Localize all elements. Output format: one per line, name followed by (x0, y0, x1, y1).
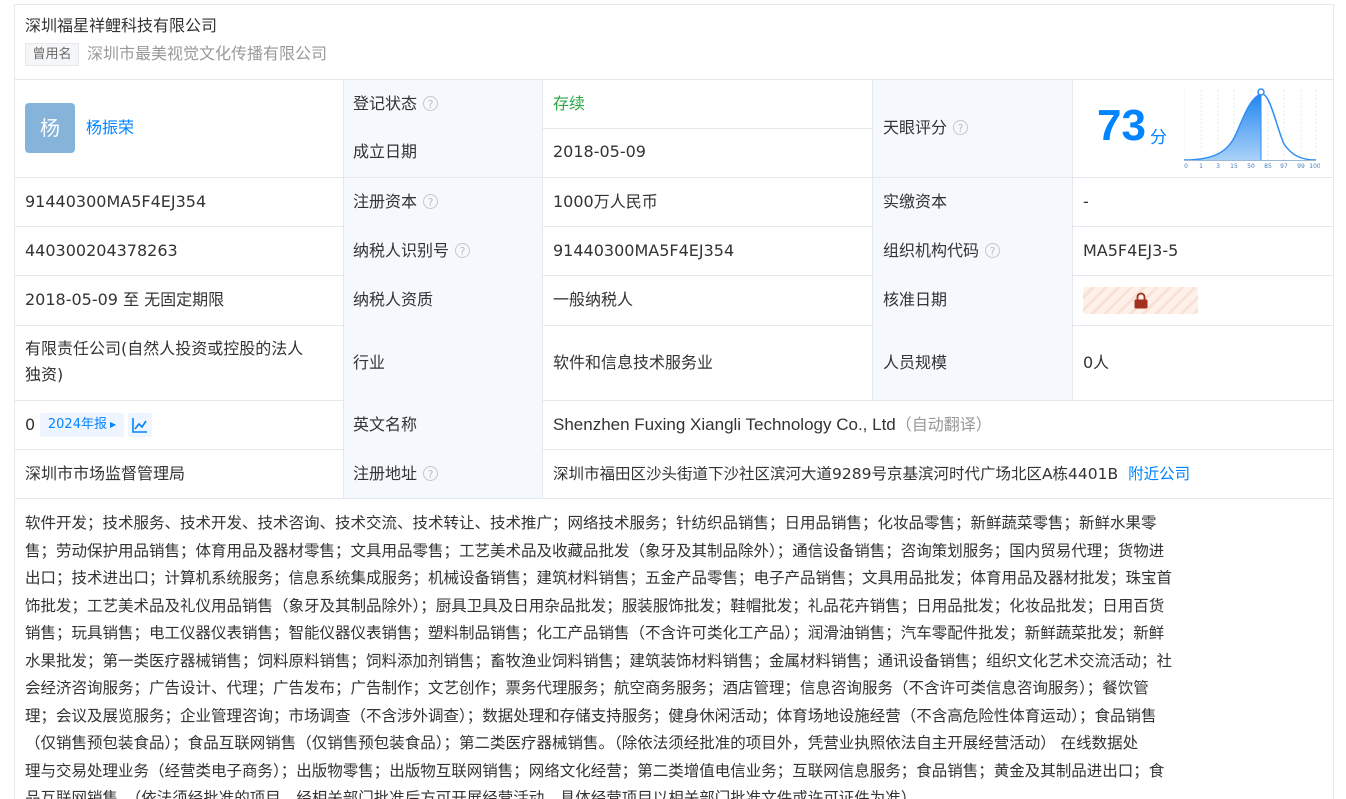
score-marker-dot (1257, 88, 1265, 96)
axis-tick: 3 (1216, 163, 1220, 170)
divider (343, 79, 344, 499)
divider (542, 79, 543, 499)
divider (14, 275, 1334, 276)
reg-status-value: 存续 (553, 94, 586, 113)
found-date-value: 2018-05-09 (553, 142, 646, 161)
former-name: 深圳市最美视觉文化传播有限公司 (87, 44, 328, 63)
insured-count: 0 (25, 415, 36, 434)
score-unit: 分 (1150, 128, 1167, 148)
paid-capital-label: 实缴资本 (883, 192, 948, 211)
axis-tick: 85 (1264, 163, 1272, 170)
business-scope-line: 会经济咨询服务；广告设计、代理；广告发布；广告制作；文艺创作；票务代理服务；航空… (25, 679, 1149, 697)
divider (872, 79, 873, 401)
org-code-label: 组织机构代码? (883, 240, 1001, 262)
score-value: 73 (1097, 101, 1146, 150)
taxpayer-id-label: 纳税人识别号? (353, 240, 471, 262)
divider (14, 400, 1334, 401)
business-scope-line: 销售；玩具销售；电工仪器仪表销售；智能仪器仪表销售；塑料制品销售；化工产品销售（… (25, 624, 1165, 642)
found-date-label: 成立日期 (353, 142, 418, 161)
reg-capital-label: 注册资本? (353, 191, 439, 213)
divider (14, 498, 1334, 499)
divider (14, 4, 15, 799)
business-scope-line: 水果批发；第一类医疗器械销售；饲料原料销售；饲料添加剂销售；畜牧渔业饲料销售；建… (25, 651, 1173, 670)
reg-number: 440300204378263 (25, 241, 178, 260)
reg-address-value: 深圳市福田区沙头街道下沙社区滨河大道9289号京基滨河时代广场北区A栋4401B… (553, 465, 1191, 483)
help-icon[interactable]: ? (953, 120, 969, 135)
org-code-value: MA5F4EJ3-5 (1083, 241, 1179, 260)
english-name-value: Shenzhen Fuxing Xiangli Technology Co., … (553, 415, 992, 434)
company-type-line2: 独资) (25, 365, 64, 384)
business-scope-line: 软件开发；技术服务、技术开发、技术咨询、技术交流、技术转让、技术推广；网络技术服… (25, 514, 1157, 532)
annual-report-button[interactable]: 2024年报 ▶ (40, 413, 124, 437)
staff-size-label: 人员规模 (883, 353, 948, 372)
business-scope-line: 品互联网销售。（依法须经批准的项目，经相关部门批准后方可开展经营活动，具体经营项… (25, 789, 917, 799)
industry-label: 行业 (353, 353, 386, 372)
reg-address-label: 注册地址? (353, 463, 439, 485)
business-scope-line: 售；劳动保护用品销售；体育用品及器材零售；文具用品零售；工艺美术品及收藏品批发（… (25, 541, 1165, 560)
paid-capital-value: - (1083, 192, 1089, 211)
credit-code: 91440300MA5F4EJ354 (25, 192, 207, 211)
staff-size-value: 0人 (1083, 353, 1110, 372)
axis-tick: 1 (1199, 163, 1203, 170)
axis-tick: 15 (1230, 163, 1238, 170)
company-type-line1: 有限责任公司(自然人投资或控股的法人 (25, 339, 304, 358)
divider (14, 177, 1334, 178)
help-icon[interactable]: ? (985, 243, 1001, 258)
help-icon[interactable]: ? (423, 194, 439, 209)
divider (14, 226, 1334, 227)
company-name: 深圳福星祥鲤科技有限公司 (25, 16, 218, 35)
help-icon[interactable]: ? (423, 96, 439, 111)
avatar: 杨 (25, 103, 75, 153)
axis-tick: 0 (1184, 163, 1188, 170)
trend-chart-icon (132, 418, 147, 433)
lock-icon (1134, 292, 1148, 309)
industry-value: 软件和信息技术服务业 (553, 353, 714, 372)
nearby-companies-link[interactable]: 附近公司 (1128, 465, 1190, 483)
taxpayer-qual-value: 一般纳税人 (553, 290, 634, 309)
axis-tick: 99 (1297, 163, 1305, 170)
business-scope-line: 理；会议及展览服务；企业管理咨询；市场调查（不含涉外调查）；数据处理和存储支持服… (25, 706, 1157, 725)
reg-status-label: 登记状态? (353, 93, 439, 115)
divider (14, 79, 1334, 80)
business-scope-line: 理与交易处理业务（经营类电子商务）；出版物零售；出版物互联网销售；网络文化经营；… (25, 761, 1165, 780)
registration-authority: 深圳市市场监督管理局 (25, 464, 186, 483)
divider (1333, 4, 1334, 799)
taxpayer-id-value: 91440300MA5F4EJ354 (553, 241, 735, 260)
company-info-page: 深圳福星祥鲤科技有限公司 曾用名 深圳市最美视觉文化传播有限公司 杨 杨振荣 登… (0, 0, 1346, 799)
reg-capital-value: 1000万人民币 (553, 192, 658, 211)
axis-tick: 97 (1280, 163, 1288, 170)
business-term: 2018-05-09 至 无固定期限 (25, 290, 225, 309)
score-distribution-chart: 0 1 3 15 50 85 97 99 100 (1184, 88, 1320, 170)
help-icon[interactable]: ? (455, 243, 471, 258)
legal-rep-link[interactable]: 杨振荣 (86, 117, 134, 139)
divider (14, 449, 1334, 450)
approve-date-label: 核准日期 (883, 290, 948, 309)
divider (14, 325, 1334, 326)
taxpayer-qual-label: 纳税人资质 (353, 290, 434, 309)
locked-value[interactable] (1083, 287, 1198, 314)
business-scope-line: 饰批发；工艺美术品及礼仪用品销售（象牙及其制品除外）；厨具卫具及日用杂品批发；服… (25, 596, 1165, 615)
auto-translate-note: （自动翻译） (895, 415, 992, 434)
business-scope-line: 出口；技术进出口；计算机系统服务；信息系统集成服务；机械设备销售；建筑材料销售；… (25, 569, 1173, 587)
axis-tick: 100 (1309, 163, 1320, 170)
help-icon[interactable]: ? (423, 466, 439, 481)
english-name-label: 英文名称 (353, 415, 418, 434)
business-scope: 软件开发；技术服务、技术开发、技术咨询、技术交流、技术转让、技术推广；网络技术服… (25, 510, 1325, 799)
divider (1072, 79, 1073, 401)
tianyan-score-label: 天眼评分? (883, 117, 969, 139)
trend-chart-button[interactable] (128, 413, 152, 437)
divider (14, 4, 1334, 5)
axis-tick: 50 (1247, 163, 1255, 170)
business-scope-line: （仅销售预包装食品）；食品互联网销售（仅销售预包装食品）；第二类医疗器械销售。（… (25, 734, 1139, 752)
triangle-right-icon: ▶ (109, 420, 117, 429)
label-bg (344, 178, 542, 498)
former-name-tag: 曾用名 (25, 43, 79, 66)
